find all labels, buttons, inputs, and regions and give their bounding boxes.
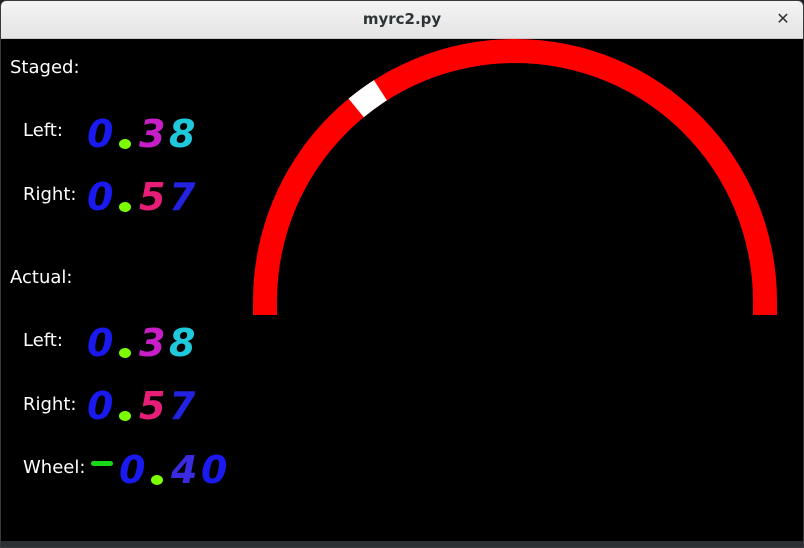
digit-glyphs: 040 [91,448,227,492]
staged-left-value: 038 [87,109,205,156]
title-bar[interactable]: myrc2.py ✕ [1,1,803,39]
decimal-point [119,411,131,421]
minus-sign [91,461,113,466]
decimal-point [119,348,131,358]
wheel-value: 040 [89,445,237,492]
digit-glyph: 0 [119,448,145,489]
wheel-label: Wheel: [23,457,86,478]
actual-right-label: Right: [23,394,77,415]
digit-glyph: 5 [139,384,165,425]
app-window: myrc2.py ✕ Staged: Left: 038 Right: 057 … [0,0,804,548]
staged-right-label: Right: [23,184,77,205]
digit-glyph: 5 [139,175,165,216]
digit-glyph: 0 [87,112,113,153]
digit-glyph: 0 [87,384,113,425]
digit-glyph: 7 [169,175,196,216]
digit-glyph: 3 [139,112,165,153]
digit-glyph: 0 [201,448,227,489]
staged-left-label: Left: [23,120,63,141]
digit-glyph: 0 [87,175,113,216]
digit-glyphs: 057 [87,384,196,428]
actual-heading: Actual: [10,267,73,288]
gauge-arc [253,39,777,315]
steering-gauge [253,39,777,315]
digit-glyph: 8 [169,321,195,362]
window-title: myrc2.py [362,10,442,28]
digit-glyphs: 057 [87,175,196,219]
digit-glyph: 8 [169,112,195,153]
digit-glyphs: 038 [87,321,195,365]
digit-glyph: 4 [170,448,197,489]
actual-left-value: 038 [87,318,205,365]
decimal-point [119,139,131,149]
digit-glyphs: 038 [87,112,195,156]
canvas-area: Staged: Left: 038 Right: 057 Actual: Lef… [1,39,803,543]
close-icon[interactable]: ✕ [771,7,795,31]
staged-heading: Staged: [10,57,80,78]
digit-glyph: 3 [139,321,165,362]
decimal-point [119,202,131,212]
digit-glyph: 7 [169,384,196,425]
decimal-point [151,475,163,485]
window-bottom-edge [1,541,803,547]
actual-left-label: Left: [23,330,63,351]
actual-right-value: 057 [87,381,205,428]
staged-right-value: 057 [87,172,205,219]
digit-glyph: 0 [87,321,113,362]
